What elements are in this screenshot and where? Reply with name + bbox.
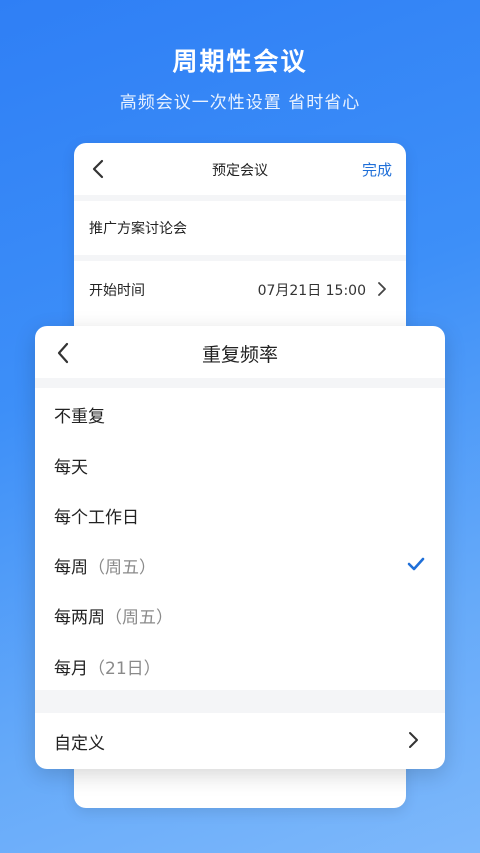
option-label: 每周（周五） xyxy=(54,553,156,578)
option-weekly[interactable]: 每周（周五） xyxy=(35,540,445,590)
booking-header: 预定会议 完成 xyxy=(74,143,406,195)
sheet-header: 重复频率 xyxy=(35,326,445,378)
promo-title: 周期性会议 xyxy=(172,47,308,76)
option-no-repeat[interactable]: 不重复 xyxy=(35,389,445,439)
start-time-label: 开始时间 xyxy=(89,283,145,299)
booking-title: 预定会议 xyxy=(212,163,268,179)
chevron-right-icon xyxy=(378,282,386,296)
sheet-title: 重复频率 xyxy=(201,344,278,366)
option-label: 每两周（周五） xyxy=(54,603,173,628)
option-monthly[interactable]: 每月（21日） xyxy=(35,641,445,691)
chevron-right-icon xyxy=(409,732,418,748)
option-hint: （21日） xyxy=(88,659,161,679)
option-label-text: 每两周 xyxy=(54,608,105,628)
option-biweekly[interactable]: 每两周（周五） xyxy=(35,590,445,640)
option-label: 不重复 xyxy=(54,407,105,427)
done-button[interactable]: 完成 xyxy=(362,159,392,180)
meeting-name: 推广方案讨论会 xyxy=(89,221,187,237)
repeat-frequency-sheet: 重复频率 不重复 每天 每个工作日 每周（周五） 每两周（周五） 每月（21日）… xyxy=(35,326,445,769)
divider xyxy=(35,378,445,388)
meeting-name-row[interactable]: 推广方案讨论会 xyxy=(74,201,406,255)
start-time-row[interactable]: 开始时间 07月21日 15:00 xyxy=(74,261,406,317)
option-label: 每月（21日） xyxy=(54,654,161,679)
option-custom[interactable]: 自定义 xyxy=(35,713,445,769)
option-label: 每个工作日 xyxy=(54,508,139,528)
option-hint: （周五） xyxy=(105,608,173,628)
option-daily[interactable]: 每天 xyxy=(35,440,445,490)
option-every-workday[interactable]: 每个工作日 xyxy=(35,490,445,540)
option-label-text: 每月 xyxy=(54,659,88,679)
option-label-text: 每周 xyxy=(54,558,88,578)
divider xyxy=(35,690,445,713)
start-time-value: 07月21日 15:00 xyxy=(257,283,366,299)
option-label: 每天 xyxy=(54,458,88,478)
promo-subtitle: 高频会议一次性设置 省时省心 xyxy=(119,93,361,113)
option-hint: （周五） xyxy=(88,558,156,578)
option-label: 自定义 xyxy=(54,734,105,754)
check-icon xyxy=(407,557,425,571)
